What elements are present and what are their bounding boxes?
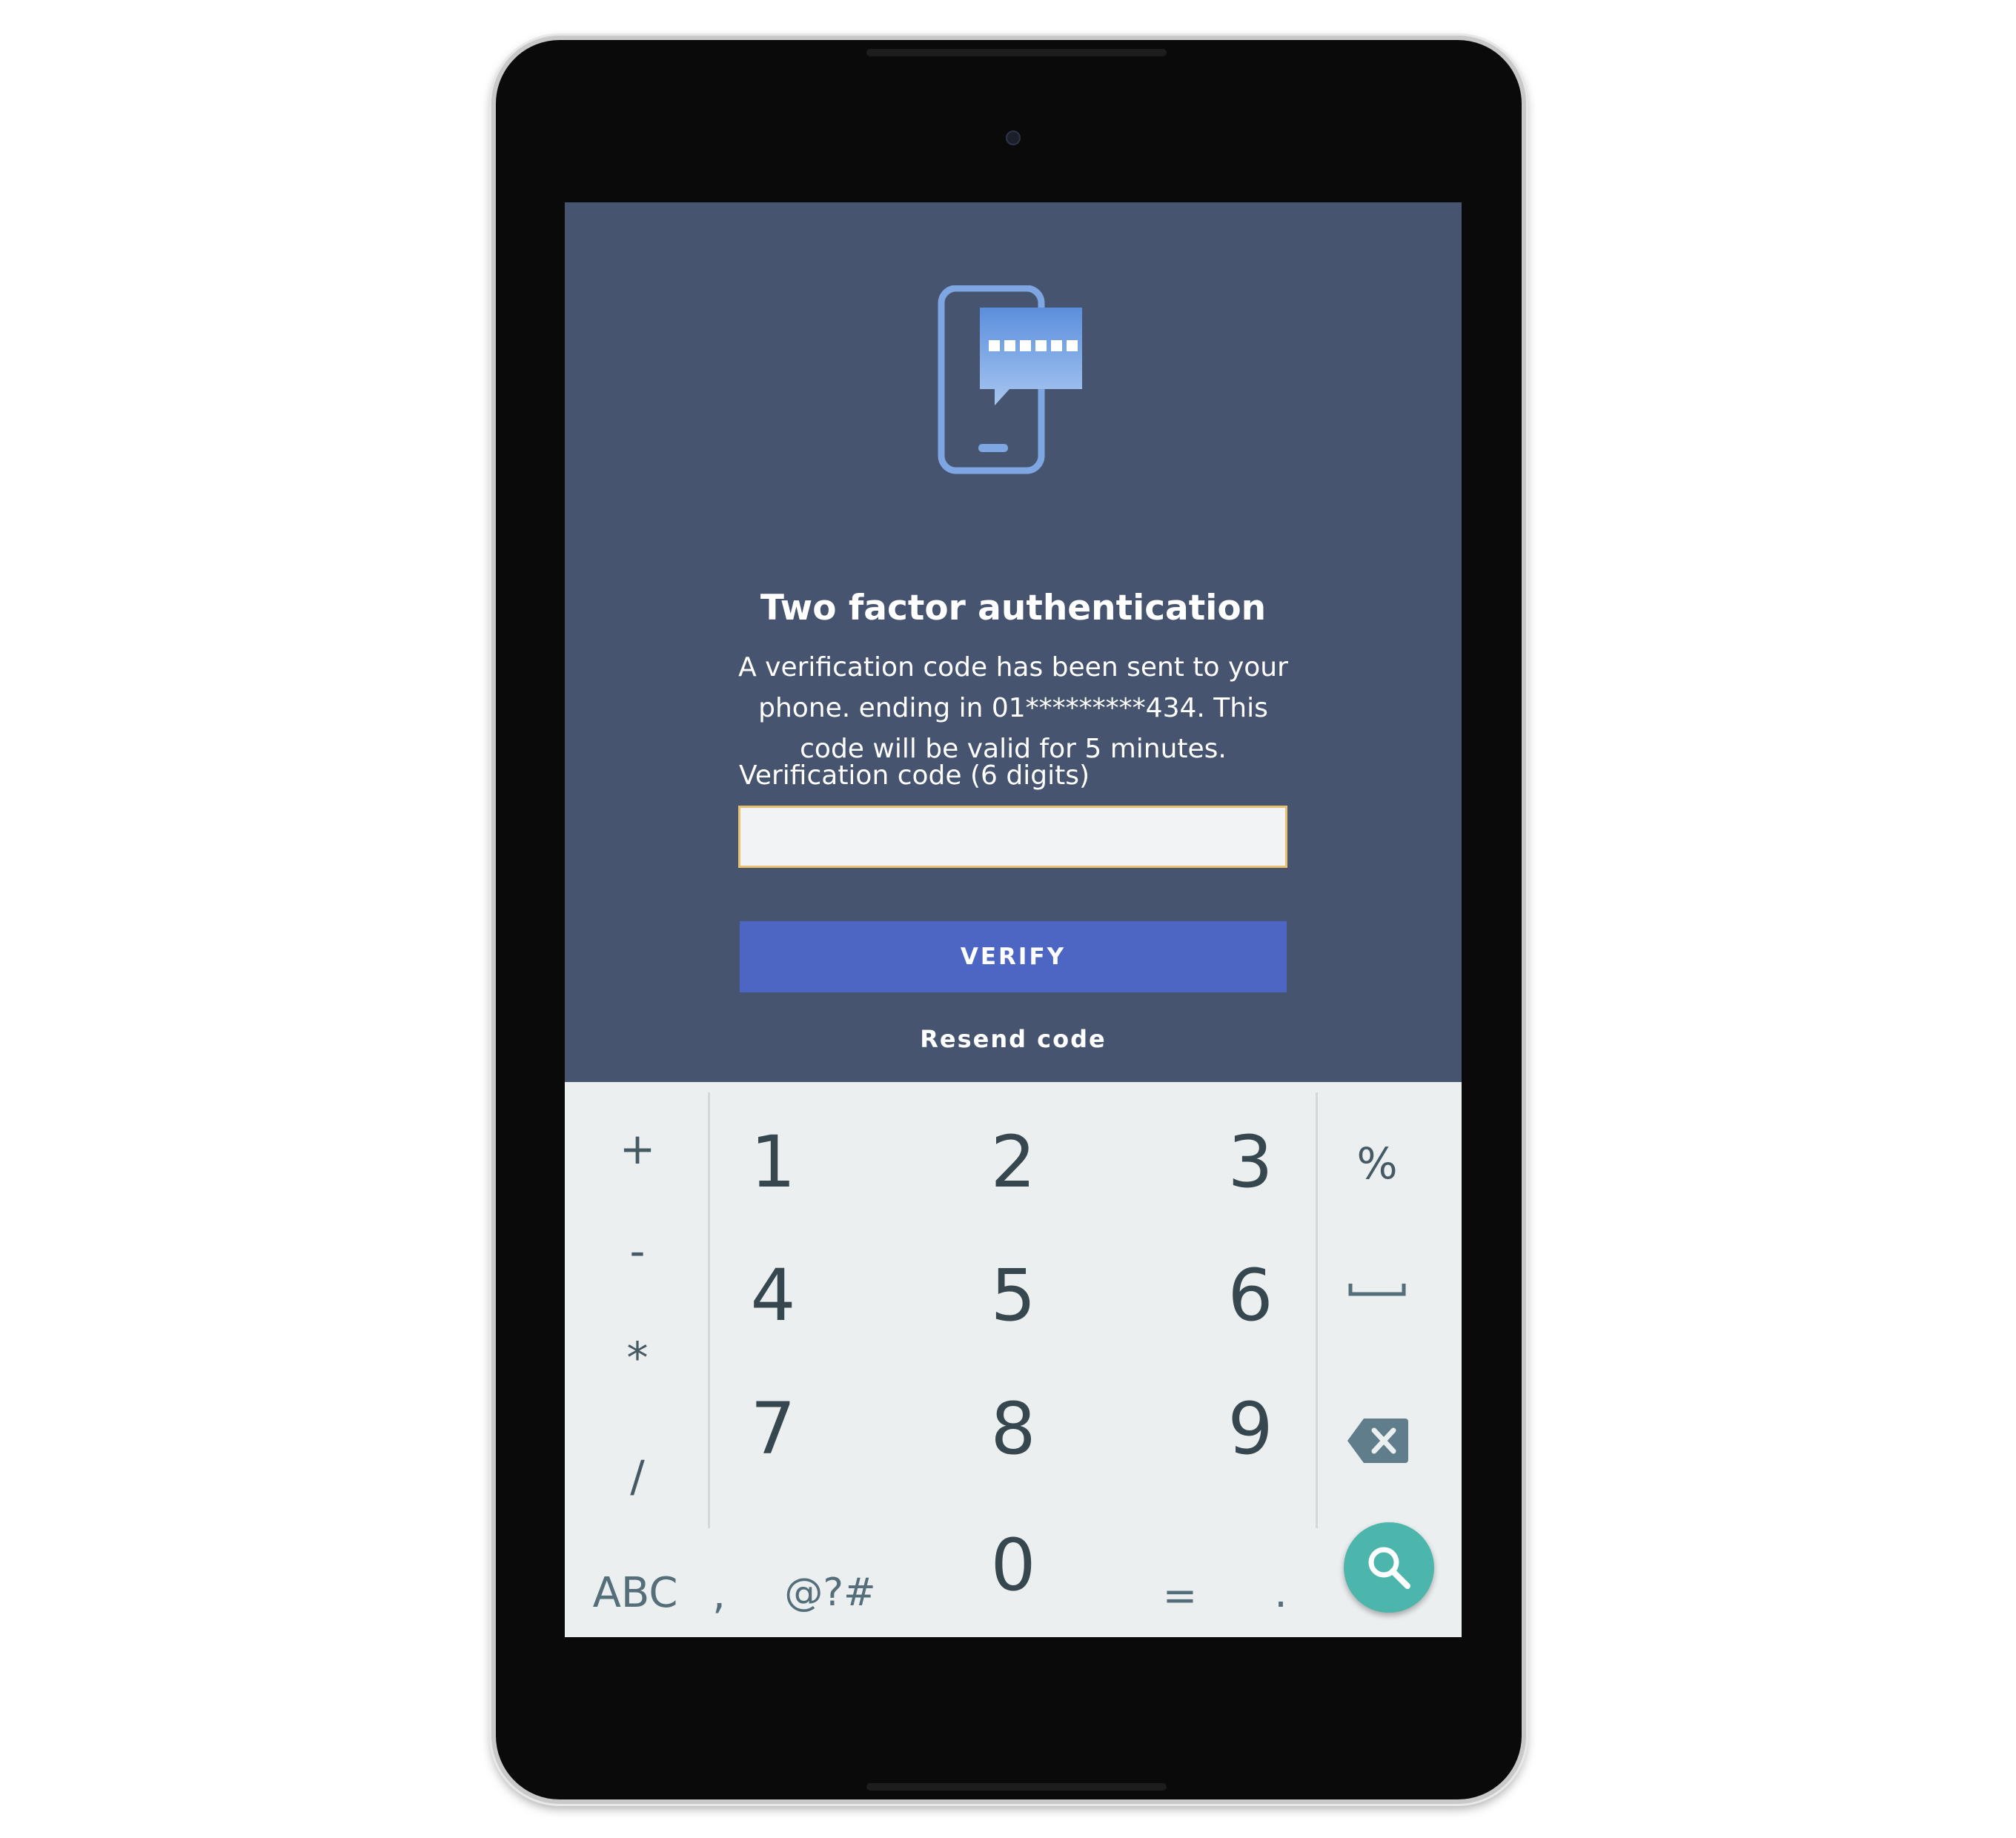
tablet-frame: Two factor authentication A verification… — [491, 36, 1526, 1804]
two-factor-screen: Two factor authentication A verification… — [565, 202, 1462, 1082]
comma-key[interactable]: , — [697, 1561, 741, 1628]
keyboard-divider-left — [708, 1092, 710, 1528]
space-key[interactable] — [1336, 1260, 1418, 1319]
key-7[interactable]: 7 — [714, 1377, 832, 1481]
key-asterisk[interactable]: * — [600, 1321, 674, 1395]
device-bottom-edge — [866, 1783, 1167, 1791]
resend-code-link[interactable]: Resend code — [565, 1025, 1462, 1053]
device-top-edge — [866, 49, 1167, 56]
search-button[interactable] — [1344, 1522, 1434, 1613]
key-1[interactable]: 1 — [714, 1110, 832, 1214]
key-slash[interactable]: / — [600, 1439, 674, 1513]
key-0[interactable]: 0 — [954, 1513, 1072, 1617]
device-screen: Two factor authentication A verification… — [565, 202, 1462, 1637]
key-minus[interactable]: - — [600, 1214, 674, 1288]
verify-button[interactable]: VERIFY — [740, 921, 1287, 992]
phone-message-icon — [938, 285, 1082, 474]
key-8[interactable]: 8 — [954, 1377, 1072, 1481]
page-title: Two factor authentication — [760, 588, 1267, 628]
front-camera — [1006, 130, 1021, 145]
space-icon — [1348, 1284, 1406, 1296]
symbols-key[interactable]: @?# — [778, 1559, 882, 1626]
verification-code-label: Verification code (6 digits) — [739, 760, 1090, 791]
verification-code-input[interactable] — [738, 806, 1287, 868]
numeric-keyboard: + - * / 1 2 3 4 5 6 7 8 9 0 % ABC , @?# … — [565, 1082, 1462, 1637]
key-4[interactable]: 4 — [714, 1244, 832, 1347]
period-key[interactable]: . — [1259, 1559, 1303, 1626]
equals-key[interactable]: = — [1150, 1562, 1210, 1629]
search-icon — [1368, 1547, 1410, 1589]
backspace-key[interactable] — [1336, 1404, 1418, 1478]
keyboard-divider-right — [1316, 1092, 1318, 1528]
key-6[interactable]: 6 — [1191, 1244, 1310, 1347]
key-3[interactable]: 3 — [1191, 1110, 1310, 1214]
key-plus[interactable]: + — [600, 1112, 674, 1186]
abc-key[interactable]: ABC — [587, 1559, 683, 1626]
key-5[interactable]: 5 — [954, 1244, 1072, 1347]
backspace-icon — [1347, 1419, 1408, 1463]
key-2[interactable]: 2 — [954, 1110, 1072, 1214]
verification-description: A verification code has been sent to you… — [738, 652, 1288, 764]
key-9[interactable]: 9 — [1191, 1377, 1310, 1481]
key-percent[interactable]: % — [1336, 1127, 1418, 1201]
